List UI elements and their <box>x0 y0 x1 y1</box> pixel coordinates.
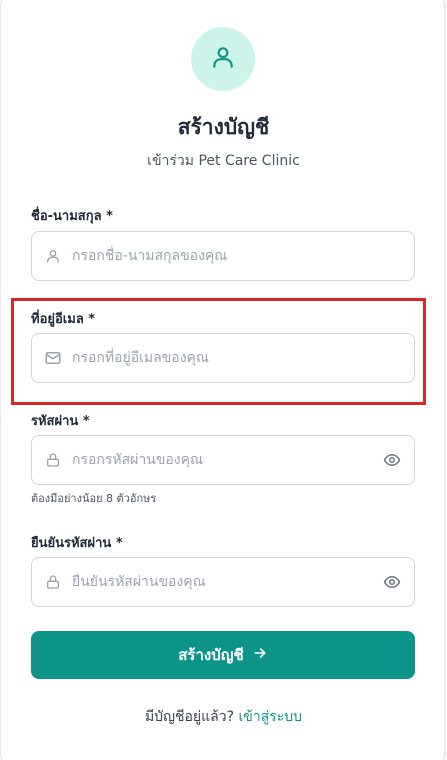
password-field-wrapper <box>31 435 415 485</box>
page-subtitle: เข้าร่วม Pet Care Clinic <box>147 153 300 169</box>
lock-icon <box>32 452 72 468</box>
confirm-password-label: ยืนยันรหัสผ่าน * <box>31 536 123 551</box>
arrow-right-icon <box>252 645 268 665</box>
highlight-box <box>11 298 426 405</box>
eye-icon[interactable] <box>370 451 414 469</box>
create-account-button[interactable]: สร้างบัญชี <box>31 631 415 679</box>
create-account-label: สร้างบัญชี <box>178 646 244 664</box>
avatar <box>191 27 255 91</box>
page-title: สร้างบัญชี <box>177 115 270 139</box>
login-prompt: มีบัญชีอยู่แล้ว? เข้าสู่ระบบ <box>1 706 446 728</box>
name-input[interactable] <box>72 232 414 280</box>
name-field-wrapper <box>31 231 415 281</box>
eye-icon[interactable] <box>370 573 414 591</box>
confirm-password-field-wrapper <box>31 557 415 607</box>
password-label: รหัสผ่าน * <box>31 414 90 429</box>
password-input[interactable] <box>72 436 370 484</box>
login-prompt-text: มีบัญชีอยู่แล้ว? <box>144 709 235 725</box>
user-icon <box>32 248 72 264</box>
user-icon <box>210 44 236 74</box>
login-link[interactable]: เข้าสู่ระบบ <box>238 709 302 725</box>
name-label: ชื่อ-นามสกุล * <box>31 209 113 224</box>
lock-icon <box>32 574 72 590</box>
confirm-password-input[interactable] <box>72 558 370 606</box>
password-hint: ต้องมีอย่างน้อย 8 ตัวอักษร <box>31 492 157 505</box>
